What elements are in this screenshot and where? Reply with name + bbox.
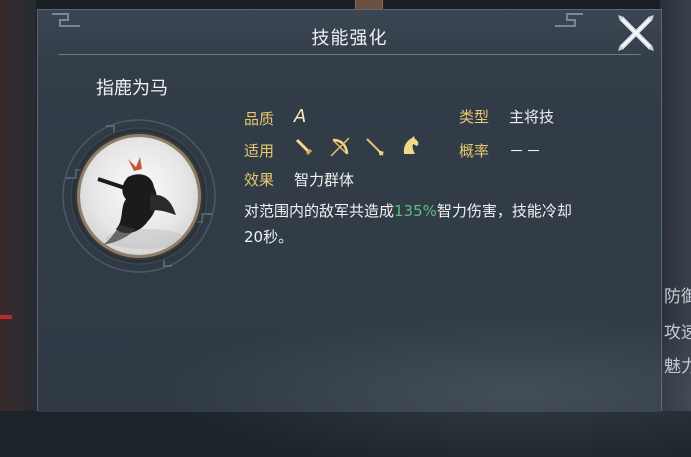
quality-value: A [294, 106, 307, 127]
cooldown-text: 20秒。 [244, 228, 294, 246]
effect-value: 智力群体 [294, 171, 355, 189]
chance-value: －－ [509, 142, 544, 160]
close-icon [618, 15, 654, 51]
skill-description: 对范围内的敌军共造成135%智力伤害，技能冷却 20秒。 [244, 198, 644, 250]
background-character-art [0, 0, 36, 411]
bow-icon [330, 137, 350, 157]
quality-label: 品质 [244, 110, 275, 128]
dialog-title: 技能强化 [311, 28, 388, 49]
applicable-label: 适用 [244, 142, 275, 160]
dialog-header: 技能强化 [38, 10, 661, 58]
horse-icon [403, 136, 419, 154]
description-text: 对范围内的敌军共造成 [244, 202, 395, 220]
skill-icon [80, 137, 198, 255]
description-text-cont: 智力伤害，技能冷却 [436, 202, 572, 220]
background-red-mark [0, 315, 12, 319]
sword-icon [295, 138, 313, 156]
skill-name: 指鹿为马 [96, 78, 168, 99]
spear-icon [366, 138, 384, 156]
effect-label: 效果 [244, 171, 275, 189]
header-divider [58, 54, 641, 55]
damage-percent: 135% [394, 202, 437, 220]
background-smoke [98, 297, 691, 457]
chance-label: 概率 [459, 142, 490, 160]
close-button[interactable] [614, 11, 658, 55]
type-label: 类型 [459, 108, 490, 126]
type-value: 主将技 [509, 108, 555, 126]
